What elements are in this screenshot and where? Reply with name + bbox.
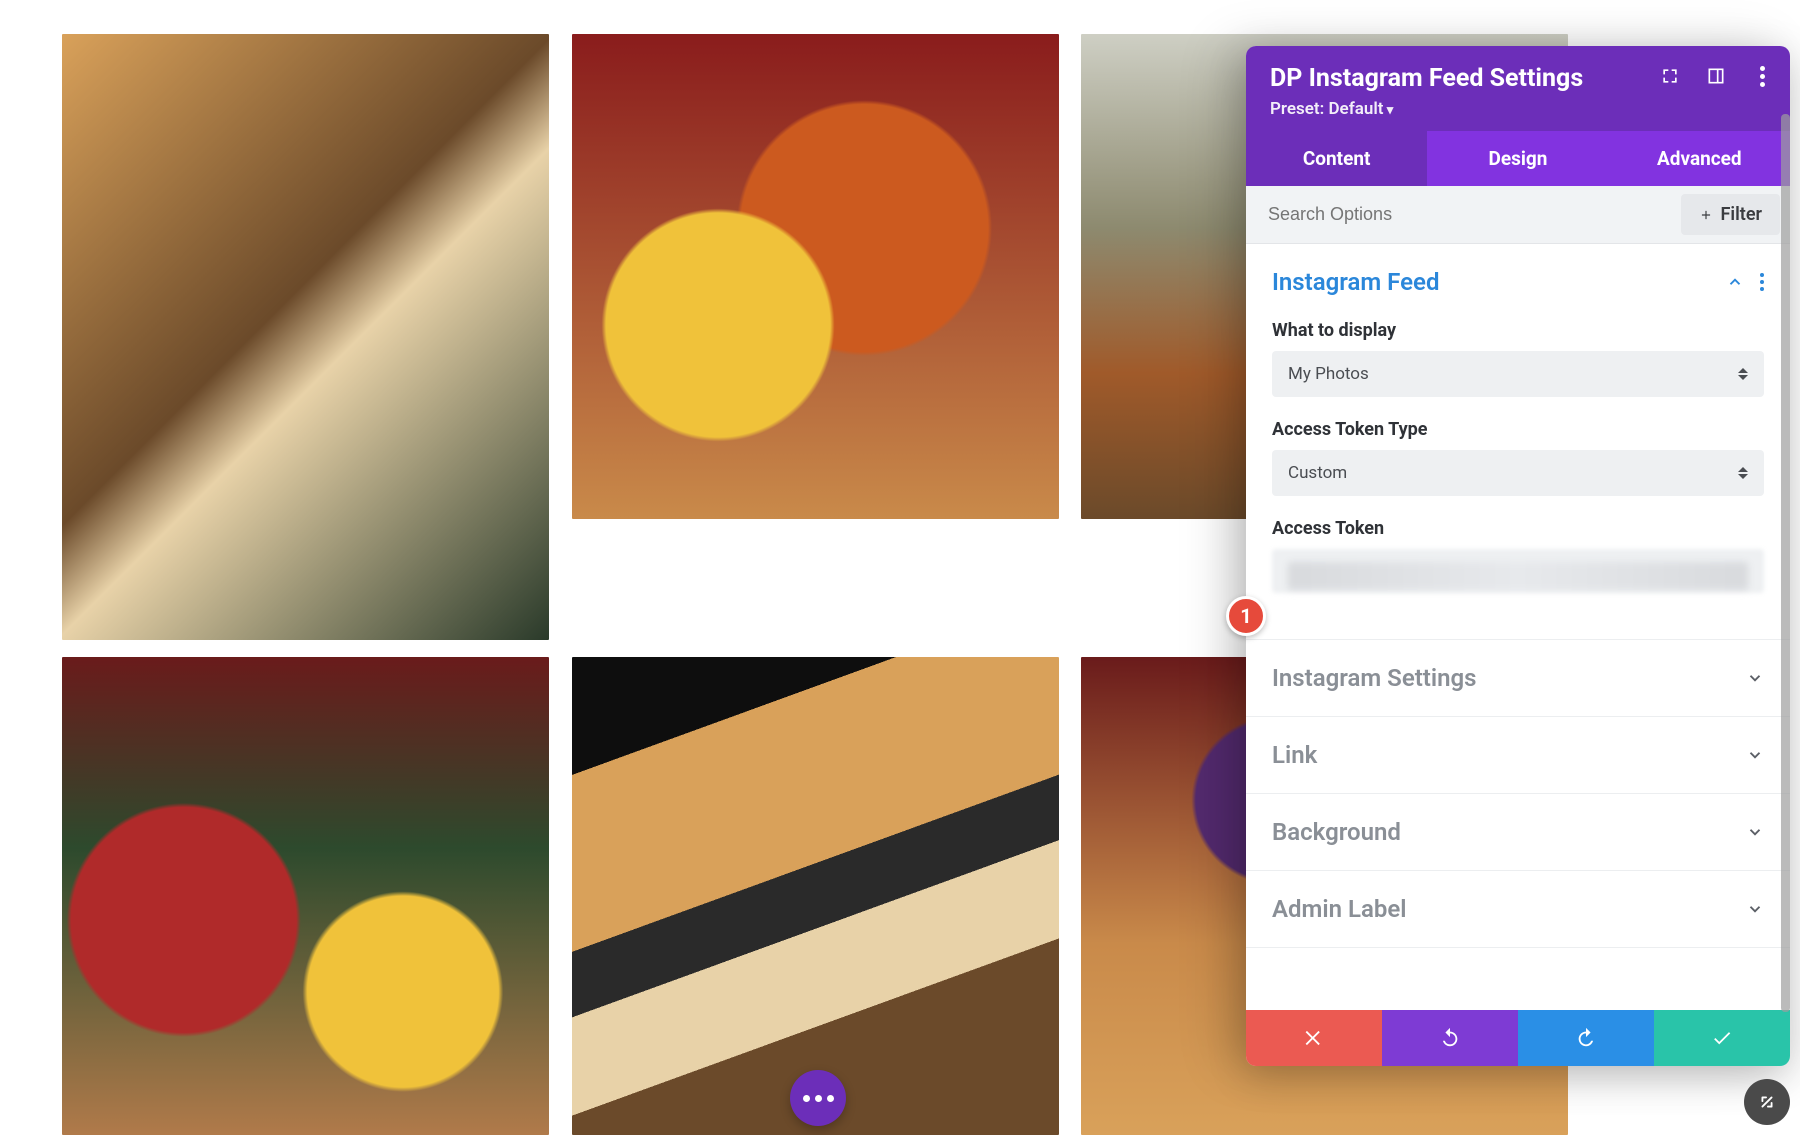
panel-footer <box>1246 1010 1790 1066</box>
tabs: Content Design Advanced <box>1246 131 1790 186</box>
select-token-type-value: Custom <box>1288 463 1347 483</box>
chevron-down-icon <box>1746 669 1764 687</box>
panel-body: Instagram Feed What to display My Photos… <box>1246 244 1790 1010</box>
annotation-badge-1: 1 <box>1226 596 1266 636</box>
filter-label: Filter <box>1721 204 1762 225</box>
settings-panel: DP Instagram Feed Settings Preset: Defau… <box>1246 46 1790 1066</box>
select-caret-icon <box>1738 467 1748 479</box>
expand-icon[interactable] <box>1660 66 1680 86</box>
feed-photo-1[interactable] <box>62 34 549 640</box>
section-link: Link <box>1246 717 1790 794</box>
feed-photo-5[interactable] <box>572 657 1059 1135</box>
panel-header: DP Instagram Feed Settings Preset: Defau… <box>1246 46 1790 131</box>
search-bar: Filter <box>1246 186 1790 244</box>
label-token-type: Access Token Type <box>1272 419 1764 440</box>
label-access-token: Access Token <box>1272 518 1764 539</box>
tab-advanced[interactable]: Advanced <box>1609 131 1790 186</box>
section-background-title: Background <box>1272 818 1401 846</box>
scrollbar[interactable] <box>1781 114 1790 1012</box>
section-instagram-settings: Instagram Settings <box>1246 640 1790 717</box>
undo-button[interactable] <box>1382 1010 1518 1066</box>
preset-dropdown[interactable]: Preset: Default <box>1270 99 1766 119</box>
section-link-title: Link <box>1272 741 1317 769</box>
chevron-down-icon <box>1746 900 1764 918</box>
section-admin-label-title: Admin Label <box>1272 895 1407 923</box>
section-background-head[interactable]: Background <box>1246 794 1790 870</box>
select-what-to-display-value: My Photos <box>1288 364 1369 384</box>
chevron-down-icon <box>1746 746 1764 764</box>
select-what-to-display[interactable]: My Photos <box>1272 351 1764 397</box>
select-token-type[interactable]: Custom <box>1272 450 1764 496</box>
section-menu-icon[interactable] <box>1760 273 1764 291</box>
feed-photo-4[interactable] <box>62 657 549 1135</box>
section-admin-label-head[interactable]: Admin Label <box>1246 871 1790 947</box>
section-instagram-feed-title: Instagram Feed <box>1272 268 1439 296</box>
resize-handle[interactable] <box>1744 1079 1790 1125</box>
section-instagram-feed-head[interactable]: Instagram Feed <box>1246 244 1790 320</box>
redo-button[interactable] <box>1518 1010 1654 1066</box>
module-actions-fab[interactable] <box>790 1070 846 1126</box>
label-what-to-display: What to display <box>1272 320 1764 341</box>
tab-design[interactable]: Design <box>1427 131 1608 186</box>
section-instagram-settings-title: Instagram Settings <box>1272 664 1477 692</box>
section-link-head[interactable]: Link <box>1246 717 1790 793</box>
field-access-token: Access Token <box>1272 518 1764 593</box>
chevron-up-icon <box>1726 273 1744 291</box>
field-token-type: Access Token Type Custom <box>1272 419 1764 496</box>
search-input[interactable] <box>1246 186 1681 243</box>
chevron-down-icon <box>1746 823 1764 841</box>
tab-content[interactable]: Content <box>1246 131 1427 186</box>
select-caret-icon <box>1738 368 1748 380</box>
section-admin-label: Admin Label <box>1246 871 1790 948</box>
feed-photo-2[interactable] <box>572 34 1059 519</box>
input-access-token[interactable] <box>1272 549 1764 593</box>
filter-button[interactable]: Filter <box>1681 194 1780 235</box>
snap-panel-icon[interactable] <box>1706 66 1726 86</box>
cancel-button[interactable] <box>1246 1010 1382 1066</box>
section-instagram-feed: Instagram Feed What to display My Photos… <box>1246 244 1790 640</box>
section-instagram-settings-head[interactable]: Instagram Settings <box>1246 640 1790 716</box>
kebab-menu-icon[interactable] <box>1752 66 1772 86</box>
section-background: Background <box>1246 794 1790 871</box>
confirm-button[interactable] <box>1654 1010 1790 1066</box>
field-what-to-display: What to display My Photos <box>1272 320 1764 397</box>
